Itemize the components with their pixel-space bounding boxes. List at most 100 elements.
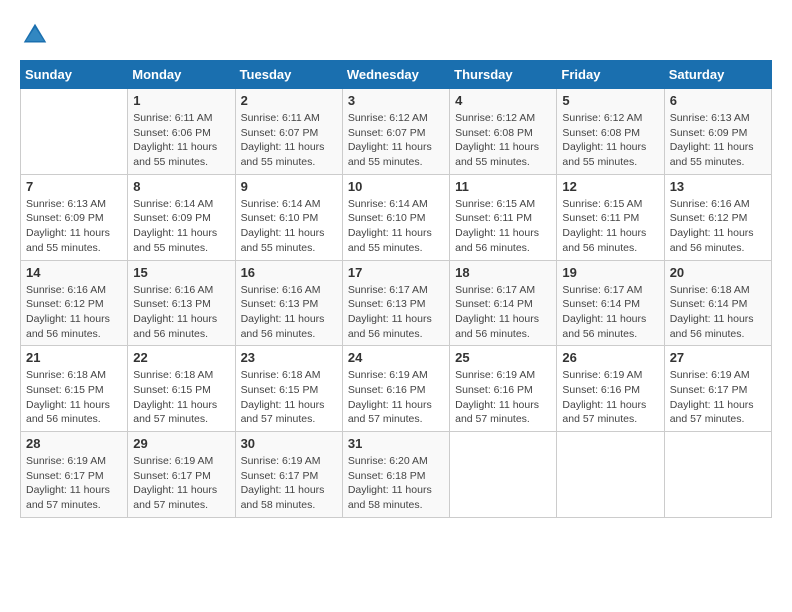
calendar-cell: 21 Sunrise: 6:18 AMSunset: 6:15 PMDayligh… bbox=[21, 346, 128, 432]
day-number: 1 bbox=[133, 93, 229, 108]
day-info: Sunrise: 6:18 AMSunset: 6:15 PMDaylight:… bbox=[133, 368, 229, 427]
calendar-cell: 8 Sunrise: 6:14 AMSunset: 6:09 PMDaylight… bbox=[128, 174, 235, 260]
day-info: Sunrise: 6:19 AMSunset: 6:17 PMDaylight:… bbox=[26, 454, 122, 513]
day-number: 4 bbox=[455, 93, 551, 108]
calendar-week-row: 7 Sunrise: 6:13 AMSunset: 6:09 PMDaylight… bbox=[21, 174, 772, 260]
day-info: Sunrise: 6:18 AMSunset: 6:15 PMDaylight:… bbox=[241, 368, 337, 427]
calendar-cell: 14 Sunrise: 6:16 AMSunset: 6:12 PMDayligh… bbox=[21, 260, 128, 346]
day-info: Sunrise: 6:16 AMSunset: 6:12 PMDaylight:… bbox=[670, 197, 766, 256]
day-info: Sunrise: 6:19 AMSunset: 6:17 PMDaylight:… bbox=[133, 454, 229, 513]
weekday-header-friday: Friday bbox=[557, 61, 664, 89]
calendar-cell: 12 Sunrise: 6:15 AMSunset: 6:11 PMDayligh… bbox=[557, 174, 664, 260]
weekday-header-thursday: Thursday bbox=[450, 61, 557, 89]
day-info: Sunrise: 6:14 AMSunset: 6:10 PMDaylight:… bbox=[348, 197, 444, 256]
calendar-cell: 1 Sunrise: 6:11 AMSunset: 6:06 PMDaylight… bbox=[128, 89, 235, 175]
day-info: Sunrise: 6:18 AMSunset: 6:15 PMDaylight:… bbox=[26, 368, 122, 427]
calendar-cell: 4 Sunrise: 6:12 AMSunset: 6:08 PMDaylight… bbox=[450, 89, 557, 175]
weekday-header-monday: Monday bbox=[128, 61, 235, 89]
calendar-cell: 27 Sunrise: 6:19 AMSunset: 6:17 PMDayligh… bbox=[664, 346, 771, 432]
day-info: Sunrise: 6:20 AMSunset: 6:18 PMDaylight:… bbox=[348, 454, 444, 513]
day-number: 19 bbox=[562, 265, 658, 280]
day-number: 22 bbox=[133, 350, 229, 365]
day-number: 10 bbox=[348, 179, 444, 194]
calendar-cell: 31 Sunrise: 6:20 AMSunset: 6:18 PMDayligh… bbox=[342, 432, 449, 518]
calendar-cell: 22 Sunrise: 6:18 AMSunset: 6:15 PMDayligh… bbox=[128, 346, 235, 432]
day-info: Sunrise: 6:16 AMSunset: 6:12 PMDaylight:… bbox=[26, 283, 122, 342]
day-number: 12 bbox=[562, 179, 658, 194]
day-info: Sunrise: 6:15 AMSunset: 6:11 PMDaylight:… bbox=[455, 197, 551, 256]
day-number: 7 bbox=[26, 179, 122, 194]
day-number: 9 bbox=[241, 179, 337, 194]
calendar-cell: 25 Sunrise: 6:19 AMSunset: 6:16 PMDayligh… bbox=[450, 346, 557, 432]
day-info: Sunrise: 6:18 AMSunset: 6:14 PMDaylight:… bbox=[670, 283, 766, 342]
day-info: Sunrise: 6:14 AMSunset: 6:10 PMDaylight:… bbox=[241, 197, 337, 256]
day-number: 27 bbox=[670, 350, 766, 365]
day-info: Sunrise: 6:11 AMSunset: 6:06 PMDaylight:… bbox=[133, 111, 229, 170]
day-info: Sunrise: 6:19 AMSunset: 6:16 PMDaylight:… bbox=[455, 368, 551, 427]
day-info: Sunrise: 6:19 AMSunset: 6:16 PMDaylight:… bbox=[562, 368, 658, 427]
day-info: Sunrise: 6:13 AMSunset: 6:09 PMDaylight:… bbox=[670, 111, 766, 170]
day-number: 11 bbox=[455, 179, 551, 194]
calendar-table: SundayMondayTuesdayWednesdayThursdayFrid… bbox=[20, 60, 772, 518]
day-info: Sunrise: 6:19 AMSunset: 6:16 PMDaylight:… bbox=[348, 368, 444, 427]
day-info: Sunrise: 6:16 AMSunset: 6:13 PMDaylight:… bbox=[133, 283, 229, 342]
calendar-cell bbox=[664, 432, 771, 518]
calendar-cell: 26 Sunrise: 6:19 AMSunset: 6:16 PMDayligh… bbox=[557, 346, 664, 432]
weekday-header-row: SundayMondayTuesdayWednesdayThursdayFrid… bbox=[21, 61, 772, 89]
day-number: 8 bbox=[133, 179, 229, 194]
day-number: 17 bbox=[348, 265, 444, 280]
day-info: Sunrise: 6:14 AMSunset: 6:09 PMDaylight:… bbox=[133, 197, 229, 256]
page-header bbox=[20, 20, 772, 50]
calendar-cell: 7 Sunrise: 6:13 AMSunset: 6:09 PMDaylight… bbox=[21, 174, 128, 260]
calendar-cell bbox=[21, 89, 128, 175]
day-number: 3 bbox=[348, 93, 444, 108]
day-info: Sunrise: 6:13 AMSunset: 6:09 PMDaylight:… bbox=[26, 197, 122, 256]
calendar-cell bbox=[557, 432, 664, 518]
calendar-cell: 5 Sunrise: 6:12 AMSunset: 6:08 PMDaylight… bbox=[557, 89, 664, 175]
calendar-cell: 17 Sunrise: 6:17 AMSunset: 6:13 PMDayligh… bbox=[342, 260, 449, 346]
day-number: 23 bbox=[241, 350, 337, 365]
calendar-cell: 15 Sunrise: 6:16 AMSunset: 6:13 PMDayligh… bbox=[128, 260, 235, 346]
calendar-cell: 18 Sunrise: 6:17 AMSunset: 6:14 PMDayligh… bbox=[450, 260, 557, 346]
day-number: 14 bbox=[26, 265, 122, 280]
weekday-header-tuesday: Tuesday bbox=[235, 61, 342, 89]
calendar-cell: 30Sunrise: 6:19 AMSunset: 6:17 PMDayligh… bbox=[235, 432, 342, 518]
day-number: 26 bbox=[562, 350, 658, 365]
day-number: 29 bbox=[133, 436, 229, 451]
calendar-cell: 20Sunrise: 6:18 AMSunset: 6:14 PMDayligh… bbox=[664, 260, 771, 346]
day-number: 25 bbox=[455, 350, 551, 365]
day-number: 18 bbox=[455, 265, 551, 280]
day-number: 16 bbox=[241, 265, 337, 280]
logo bbox=[20, 20, 54, 50]
calendar-cell: 6 Sunrise: 6:13 AMSunset: 6:09 PMDaylight… bbox=[664, 89, 771, 175]
calendar-cell: 24 Sunrise: 6:19 AMSunset: 6:16 PMDayligh… bbox=[342, 346, 449, 432]
day-number: 2 bbox=[241, 93, 337, 108]
day-number: 28 bbox=[26, 436, 122, 451]
day-number: 15 bbox=[133, 265, 229, 280]
day-number: 6 bbox=[670, 93, 766, 108]
day-info: Sunrise: 6:15 AMSunset: 6:11 PMDaylight:… bbox=[562, 197, 658, 256]
calendar-cell: 2 Sunrise: 6:11 AMSunset: 6:07 PMDaylight… bbox=[235, 89, 342, 175]
weekday-header-sunday: Sunday bbox=[21, 61, 128, 89]
day-info: Sunrise: 6:12 AMSunset: 6:08 PMDaylight:… bbox=[455, 111, 551, 170]
calendar-cell: 29 Sunrise: 6:19 AMSunset: 6:17 PMDayligh… bbox=[128, 432, 235, 518]
day-info: Sunrise: 6:17 AMSunset: 6:14 PMDaylight:… bbox=[455, 283, 551, 342]
calendar-week-row: 21 Sunrise: 6:18 AMSunset: 6:15 PMDayligh… bbox=[21, 346, 772, 432]
weekday-header-saturday: Saturday bbox=[664, 61, 771, 89]
day-number: 5 bbox=[562, 93, 658, 108]
day-number: 24 bbox=[348, 350, 444, 365]
calendar-week-row: 14 Sunrise: 6:16 AMSunset: 6:12 PMDayligh… bbox=[21, 260, 772, 346]
calendar-week-row: 1 Sunrise: 6:11 AMSunset: 6:06 PMDaylight… bbox=[21, 89, 772, 175]
calendar-cell: 11 Sunrise: 6:15 AMSunset: 6:11 PMDayligh… bbox=[450, 174, 557, 260]
day-info: Sunrise: 6:11 AMSunset: 6:07 PMDaylight:… bbox=[241, 111, 337, 170]
day-info: Sunrise: 6:12 AMSunset: 6:08 PMDaylight:… bbox=[562, 111, 658, 170]
day-number: 30 bbox=[241, 436, 337, 451]
day-number: 31 bbox=[348, 436, 444, 451]
calendar-cell bbox=[450, 432, 557, 518]
day-info: Sunrise: 6:17 AMSunset: 6:13 PMDaylight:… bbox=[348, 283, 444, 342]
logo-icon bbox=[20, 20, 50, 50]
calendar-cell: 19Sunrise: 6:17 AMSunset: 6:14 PMDayligh… bbox=[557, 260, 664, 346]
day-info: Sunrise: 6:19 AMSunset: 6:17 PMDaylight:… bbox=[670, 368, 766, 427]
day-info: Sunrise: 6:16 AMSunset: 6:13 PMDaylight:… bbox=[241, 283, 337, 342]
day-number: 21 bbox=[26, 350, 122, 365]
